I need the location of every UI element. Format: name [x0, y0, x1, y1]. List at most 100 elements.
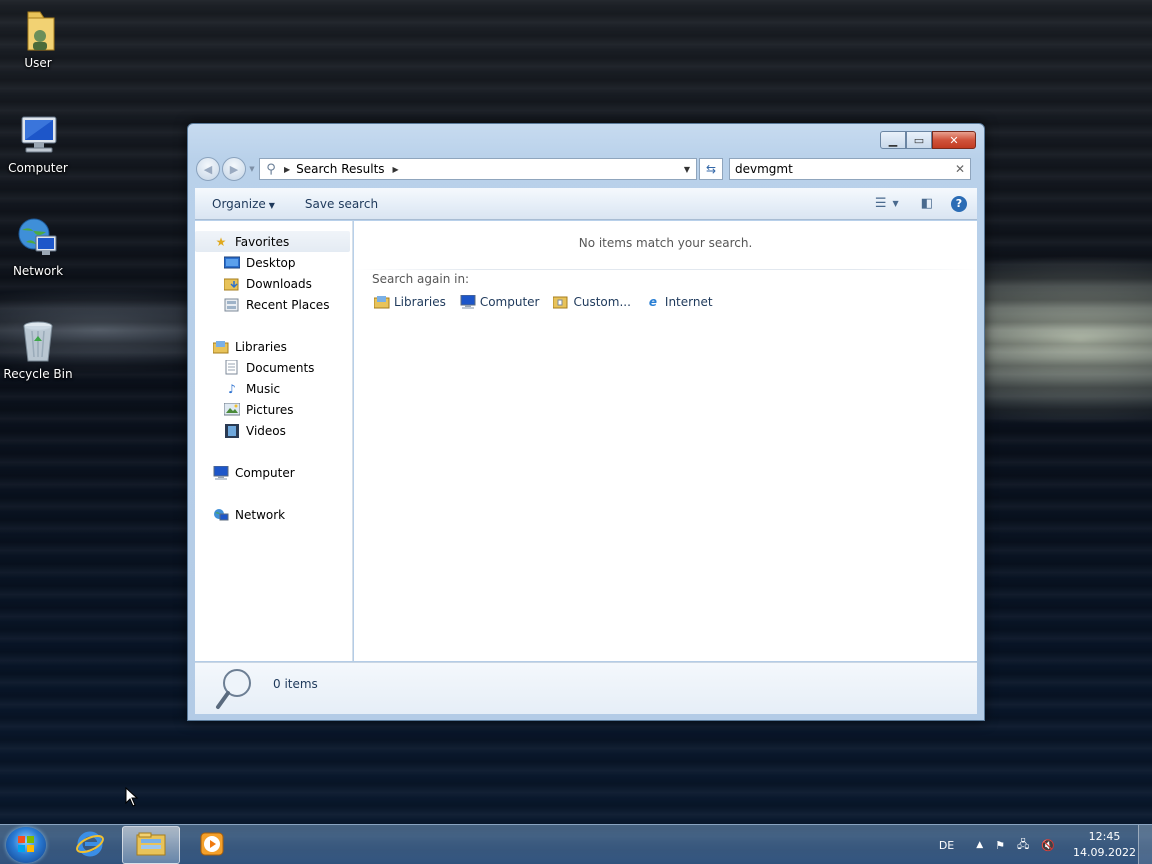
recycle-bin-icon	[14, 317, 62, 365]
nav-item-videos[interactable]: Videos	[195, 420, 286, 441]
nav-item-libraries[interactable]: Libraries	[195, 336, 287, 357]
forward-arrow-icon: ▶	[229, 162, 239, 176]
libraries-icon	[213, 339, 229, 355]
clear-search-icon[interactable]: ✕	[950, 162, 970, 176]
minimize-icon: ▁	[888, 133, 898, 147]
recent-places-icon	[224, 297, 240, 313]
breadcrumb-arrow-icon[interactable]: ▶	[284, 165, 290, 174]
taskbar-internet-explorer[interactable]	[61, 826, 119, 864]
nav-item-label: Recent Places	[246, 297, 330, 312]
nav-item-label: Music	[246, 381, 281, 396]
desktop-icon-label: Computer	[8, 161, 68, 175]
user-folder-icon	[14, 6, 62, 54]
forward-button[interactable]: ▶	[222, 157, 246, 181]
divider	[354, 269, 977, 270]
music-icon: ♪	[228, 381, 236, 396]
organize-button[interactable]: Organize ▼	[206, 197, 281, 211]
internet-explorer-icon	[75, 829, 105, 862]
videos-icon	[224, 423, 240, 439]
start-button[interactable]	[6, 827, 46, 863]
network-status-icon[interactable]: 🖧	[1017, 836, 1029, 855]
nav-item-downloads[interactable]: Downloads	[195, 273, 312, 294]
taskbar: DE ▲ ⚑ 🖧 🔇 12:45 14.09.2022	[0, 824, 1152, 864]
desktop-icon-label: User	[24, 56, 52, 70]
save-search-button[interactable]: Save search	[299, 197, 384, 211]
maximize-icon: ▭	[913, 133, 925, 147]
minimize-button[interactable]: ▁	[880, 131, 906, 149]
pictures-icon	[224, 402, 240, 418]
search-again-libraries[interactable]: Libraries	[374, 294, 446, 310]
language-indicator[interactable]: DE	[939, 839, 954, 852]
nav-item-recent-places[interactable]: Recent Places	[195, 294, 329, 315]
computer-icon	[14, 111, 62, 159]
nav-item-desktop[interactable]: Desktop	[195, 252, 296, 273]
computer-icon	[460, 294, 476, 310]
window-controls: ▁ ▭ ✕	[880, 131, 976, 149]
custom-folder-icon	[553, 294, 569, 310]
nav-item-pictures[interactable]: Pictures	[195, 399, 294, 420]
show-hidden-icons-icon[interactable]: ▲	[976, 840, 983, 850]
address-bar[interactable]: ⚲ ▶ Search Results ▶ ▼	[259, 158, 697, 180]
taskbar-media-player[interactable]	[183, 826, 241, 864]
show-desktop-button[interactable]	[1138, 825, 1152, 864]
nav-item-label: Desktop	[246, 255, 296, 270]
nav-item-favorites[interactable]: ★ Favorites	[195, 231, 350, 252]
search-again-custom[interactable]: Custom...	[553, 294, 631, 310]
location-label: Internet	[664, 295, 713, 309]
system-tray: DE ▲ ⚑ 🖧 🔇 12:45 14.09.2022	[927, 825, 1136, 864]
chevron-down-icon: ▼	[683, 164, 691, 174]
desktop-icon-user[interactable]: User	[0, 6, 76, 70]
nav-item-label: Computer	[235, 465, 295, 480]
action-center-flag-icon[interactable]: ⚑	[995, 839, 1005, 852]
magnifier-icon	[215, 667, 255, 714]
recent-pages-dropdown[interactable]: ▼	[247, 165, 257, 173]
command-bar: Organize ▼ Save search ☰ ▼ ◧ ?	[195, 188, 977, 220]
star-icon: ★	[215, 234, 227, 249]
close-button[interactable]: ✕	[932, 131, 976, 149]
empty-message: No items match your search.	[578, 236, 753, 250]
nav-item-label: Libraries	[235, 339, 287, 354]
nav-item-label: Downloads	[246, 276, 312, 291]
address-dropdown-button[interactable]: ▼	[678, 165, 696, 174]
desktop-icon	[224, 255, 240, 271]
navigation-bar: ◀ ▶ ▼ ⚲ ▶ Search Results ▶ ▼ ⇆ ✕	[196, 157, 976, 181]
change-view-icon[interactable]: ☰	[875, 196, 887, 211]
desktop-icon-label: Recycle Bin	[3, 367, 73, 381]
search-again-internet[interactable]: e Internet	[645, 294, 713, 310]
chevron-down-icon: ▼	[268, 200, 275, 210]
desktop-icon-recycle-bin[interactable]: Recycle Bin	[0, 317, 76, 381]
back-arrow-icon: ◀	[203, 162, 213, 176]
breadcrumb-search-results[interactable]: Search Results	[296, 162, 384, 176]
search-again-locations: Libraries Computer Custom... e Internet	[374, 294, 727, 310]
save-search-label: Save search	[304, 196, 379, 211]
taskbar-windows-explorer[interactable]	[122, 826, 180, 864]
nav-item-label: Favorites	[235, 234, 290, 249]
search-input[interactable]	[735, 162, 950, 176]
network-icon	[14, 214, 62, 262]
volume-muted-icon[interactable]: 🔇	[1041, 839, 1055, 852]
desktop-icon-network[interactable]: Network	[0, 214, 76, 278]
search-again-computer[interactable]: Computer	[460, 294, 539, 310]
view-options-dropdown[interactable]: ▼	[893, 199, 899, 208]
nav-item-computer[interactable]: Computer	[195, 462, 295, 483]
details-pane: 0 items	[195, 662, 977, 714]
libraries-icon	[374, 294, 390, 310]
maximize-button[interactable]: ▭	[906, 131, 932, 149]
breadcrumb-arrow-icon[interactable]: ▶	[393, 165, 399, 174]
nav-item-music[interactable]: ♪ Music	[195, 378, 280, 399]
nav-item-label: Videos	[246, 423, 286, 438]
nav-item-label: Pictures	[246, 402, 294, 417]
location-label: Libraries	[394, 295, 446, 309]
nav-item-network[interactable]: Network	[195, 504, 285, 525]
clock[interactable]: 12:45 14.09.2022	[1073, 829, 1136, 861]
search-box[interactable]: ✕	[729, 158, 971, 180]
nav-item-label: Network	[235, 507, 286, 522]
nav-item-documents[interactable]: Documents	[195, 357, 314, 378]
help-icon[interactable]: ?	[951, 195, 967, 212]
back-button[interactable]: ◀	[196, 157, 220, 181]
search-again-label: Search again in:	[372, 272, 470, 286]
preview-pane-icon[interactable]: ◧	[921, 196, 933, 211]
desktop-icon-computer[interactable]: Computer	[0, 111, 76, 175]
close-icon: ✕	[949, 133, 959, 147]
refresh-button[interactable]: ⇆	[699, 158, 723, 180]
